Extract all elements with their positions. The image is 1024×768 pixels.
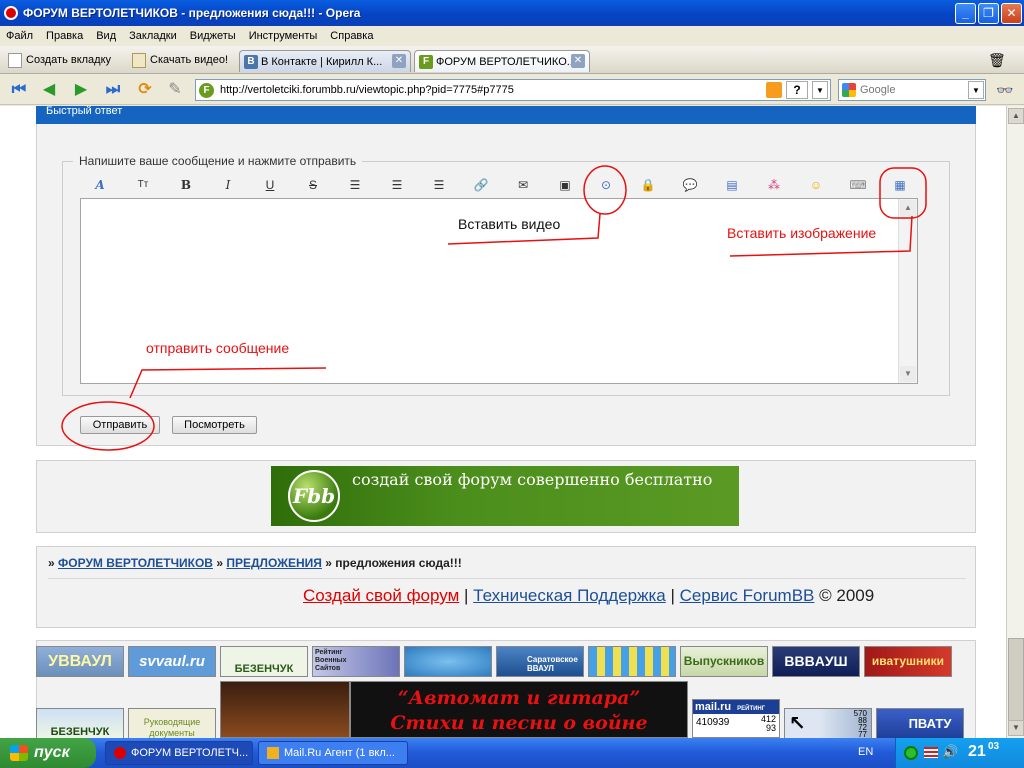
video-circle [583, 165, 627, 215]
image-circle [879, 167, 927, 219]
back-icon[interactable]: ◀ [38, 80, 60, 100]
service-link[interactable]: Сервис ForumBB [680, 586, 815, 605]
forum-favicon: F [419, 54, 433, 69]
fast-forward-icon[interactable]: ⏭ [102, 80, 124, 100]
song-banner[interactable]: “Автомат и гитара” Стихи и песни о войне [350, 681, 688, 738]
submit-circle [61, 401, 155, 451]
rewind-icon[interactable]: ⏮ [8, 80, 30, 100]
task-opera[interactable]: ФОРУМ ВЕРТОЛЕТЧ... [105, 741, 253, 765]
annotation-send-message: отправить сообщение [146, 340, 290, 356]
scroll-down-icon[interactable]: ▼ [1008, 720, 1024, 736]
menu-help[interactable]: Справка [330, 30, 373, 42]
start-button[interactable]: пуск [0, 738, 96, 768]
url-text: http://vertoletciki.forumbb.ru/viewtopic… [220, 84, 514, 96]
guitar-image[interactable] [220, 681, 350, 738]
bvvaush-banner[interactable]: BBBAУШ [772, 646, 860, 677]
vk-favicon: B [244, 54, 258, 69]
maximize-button[interactable]: ❐ [978, 3, 999, 24]
language-indicator[interactable]: EN [858, 746, 873, 758]
breadcrumb-topic: предложения сюда!!! [335, 556, 462, 570]
opera-icon [114, 747, 126, 759]
search-dropdown-icon[interactable]: ▼ [968, 81, 984, 99]
taskbar: пуск ФОРУМ ВЕРТОЛЕТЧ... Mail.Ru Агент (1… [0, 738, 1024, 768]
scroll-up-icon[interactable]: ▲ [1008, 108, 1024, 124]
saratov-banner[interactable]: Саратовское ВВАУЛ [496, 646, 584, 677]
airforce-banner[interactable] [588, 646, 676, 677]
help-icon[interactable]: ? [786, 81, 808, 99]
tab-vkontakte[interactable]: B В Контакте | Кирилл К... ✕ [239, 50, 411, 72]
task-mailru-agent[interactable]: Mail.Ru Агент (1 вкл... [258, 741, 408, 765]
forumbb-promo-text: создай свой форум совершенно бесплатно [352, 470, 713, 489]
arrow-up-left-icon: ↖ [789, 713, 806, 735]
guide-docs-banner[interactable]: Руководящие документы [128, 708, 216, 738]
search-box[interactable]: ▼ [838, 79, 986, 101]
breadcrumb-section-link[interactable]: ПРЕДЛОЖЕНИЯ [226, 556, 322, 570]
new-tab-icon [8, 52, 22, 68]
rating-banner[interactable]: Рейтинг Военных Сайтов [312, 646, 400, 677]
rss-icon[interactable] [766, 82, 782, 98]
clock-minute: 03 [988, 741, 1000, 752]
reload-icon[interactable]: ⟳ [134, 80, 156, 100]
pvatu-banner[interactable]: ПВАТУ [876, 708, 964, 738]
windows-logo-icon [10, 745, 28, 761]
create-forum-link[interactable]: Создай свой форум [303, 586, 459, 605]
agent-status-icon[interactable] [904, 746, 918, 760]
url-dropdown-icon[interactable]: ▼ [812, 81, 828, 99]
svvaul-banner[interactable]: svvaul.ru [128, 646, 216, 677]
support-link[interactable]: Техническая Поддержка [473, 586, 666, 605]
system-tray: 🔊 21 03 [895, 738, 1024, 768]
address-toolbar: ⏮ ◀ ▶ ⏭ ⟳ ✎ F http://vertoletciki.forumb… [0, 75, 1024, 105]
footer-divider [48, 578, 966, 579]
edit-icon[interactable]: ✎ [164, 80, 186, 100]
counter-banner[interactable]: ↖ 570 88 72 77 [784, 708, 872, 738]
trash-icon[interactable]: 🗑 [988, 51, 1006, 69]
scroll-thumb[interactable] [1008, 638, 1024, 722]
page-scrollbar[interactable]: ▲ ▼ [1006, 106, 1024, 738]
opera-icon [4, 6, 18, 20]
clock-hour: 21 [968, 743, 986, 760]
bezenchuk2-banner[interactable]: БЕЗЕНЧУК [36, 708, 124, 738]
tab-forum[interactable]: F ФОРУМ ВЕРТОЛЕТЧИКО... ✕ [414, 50, 590, 72]
annotation-insert-video: Вставить видео [458, 216, 561, 232]
menu-edit[interactable]: Правка [46, 30, 83, 42]
forumbb-logo: Fbb [288, 470, 340, 522]
site-favicon: F [199, 82, 214, 98]
new-tab-button[interactable]: Создать вкладку [8, 51, 111, 69]
download-icon [132, 52, 146, 68]
minimize-button[interactable]: _ [955, 3, 976, 24]
search-input[interactable] [860, 84, 970, 96]
menu-view[interactable]: Вид [96, 30, 116, 42]
mailru-rating-banner[interactable]: mail.ru РЕЙТИНГ 410939 412 93 [692, 699, 780, 738]
bezenchuk-banner[interactable]: БЕЗЕНЧУК [220, 646, 308, 677]
google-icon [842, 83, 856, 97]
flag-us-icon[interactable] [924, 747, 938, 758]
tab-bar: Создать вкладку Скачать видео! B В Конта… [0, 46, 1024, 74]
download-video-button[interactable]: Скачать видео! [132, 51, 228, 69]
page-viewport: Быстрый ответ Напишите ваше сообщение и … [0, 106, 1006, 738]
close-tab-icon[interactable]: ✕ [571, 54, 585, 68]
send-callout-line [129, 367, 327, 399]
footer-links: Создай свой форум | Техническая Поддержк… [303, 586, 875, 605]
menu-tools[interactable]: Инструменты [249, 30, 318, 42]
ivatushniki-banner[interactable]: иватушники [864, 646, 952, 677]
breadcrumb-forum-link[interactable]: ФОРУМ ВЕРТОЛЕТЧИКОВ [58, 556, 213, 570]
mail-agent-icon [267, 747, 279, 759]
url-field[interactable]: F http://vertoletciki.forumbb.ru/viewtop… [195, 79, 831, 101]
reader-glasses-icon[interactable]: 👓 [994, 80, 1016, 100]
window-title: ФОРУМ ВЕРТОЛЕТЧИКОВ - предложения сюда!!… [23, 6, 361, 20]
uvvaul-banner[interactable]: УВВАУЛ [36, 646, 124, 677]
close-button[interactable]: ✕ [1001, 3, 1022, 24]
paratrooper-banner[interactable] [404, 646, 492, 677]
menu-bar: Файл Правка Вид Закладки Виджеты Инструм… [0, 26, 1024, 46]
forward-icon[interactable]: ▶ [70, 80, 92, 100]
menu-widgets[interactable]: Виджеты [190, 30, 236, 42]
menu-bookmarks[interactable]: Закладки [129, 30, 177, 42]
annotation-insert-image: Вставить изображение [727, 225, 877, 241]
volume-icon[interactable]: 🔊 [942, 744, 958, 760]
menu-file[interactable]: Файл [6, 30, 33, 42]
window-titlebar: ФОРУМ ВЕРТОЛЕТЧИКОВ - предложения сюда!!… [0, 0, 1024, 26]
graduates-banner[interactable]: Выпускников [680, 646, 768, 677]
breadcrumb: » ФОРУМ ВЕРТОЛЕТЧИКОВ » ПРЕДЛОЖЕНИЯ » пр… [48, 556, 462, 570]
close-tab-icon[interactable]: ✕ [392, 54, 406, 68]
